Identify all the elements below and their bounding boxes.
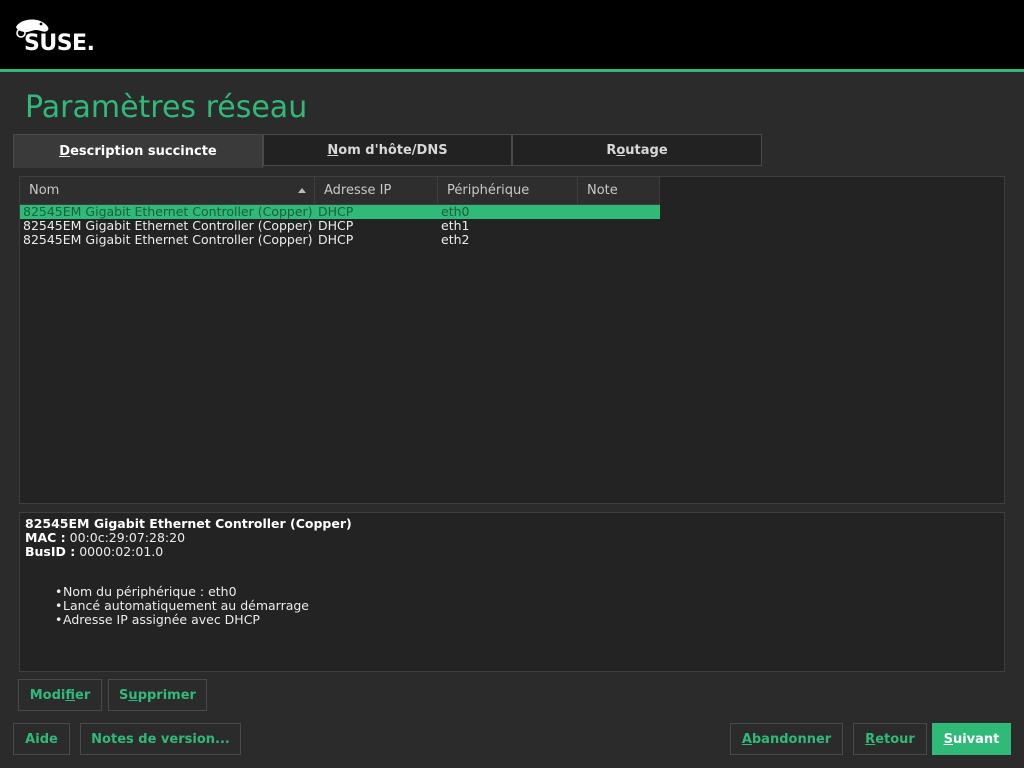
back-button-label: Retour <box>865 731 915 747</box>
suse-logo-text: SUSE. <box>24 31 95 56</box>
next-button-label: Suivant <box>943 731 1000 747</box>
cell-ip: DHCP <box>318 233 354 247</box>
tab-routing[interactable]: Routage <box>512 134 762 166</box>
delete-button-label: Supprimer <box>119 687 196 703</box>
page-title: Paramètres réseau <box>25 90 308 125</box>
tab-bar: Description succincte Nom d'hôte/DNS Rou… <box>13 134 763 168</box>
details-bullet-list: Nom du périphérique : eth0 Lancé automat… <box>55 585 999 628</box>
list-item: Lancé automatiquement au démarrage <box>55 599 999 614</box>
table-row[interactable]: 82545EM Gigabit Ethernet Controller (Cop… <box>20 219 660 233</box>
delete-button[interactable]: Supprimer <box>108 679 207 711</box>
topbar-accent-line <box>0 69 1024 72</box>
release-notes-button[interactable]: Notes de version... <box>80 723 241 755</box>
cell-device: eth1 <box>441 219 470 233</box>
details-mac: MAC : 00:0c:29:07:28:20 <box>25 530 186 545</box>
table-row[interactable]: 82545EM Gigabit Ethernet Controller (Cop… <box>20 233 660 247</box>
abort-button-label: Abandonner <box>741 731 832 747</box>
column-header-note-label: Note <box>587 183 618 198</box>
next-button[interactable]: Suivant <box>932 723 1011 755</box>
column-header-ip-label: Adresse IP <box>324 183 392 198</box>
tab-routing-label: Routage <box>606 142 668 158</box>
cell-ip: DHCP <box>318 205 354 219</box>
abort-button[interactable]: Abandonner <box>730 723 843 755</box>
cell-name: 82545EM Gigabit Ethernet Controller (Cop… <box>23 219 313 233</box>
column-header-ip[interactable]: Adresse IP <box>315 177 438 205</box>
list-item: Nom du périphérique : eth0 <box>55 585 999 600</box>
details-panel: 82545EM Gigabit Ethernet Controller (Cop… <box>19 512 1005 672</box>
list-item: Adresse IP assignée avec DHCP <box>55 613 999 628</box>
cell-ip: DHCP <box>318 219 354 233</box>
column-header-note[interactable]: Note <box>578 177 660 205</box>
top-bar: SUSE. <box>0 0 1024 69</box>
cell-name: 82545EM Gigabit Ethernet Controller (Cop… <box>23 205 313 219</box>
back-button[interactable]: Retour <box>853 723 927 755</box>
table-row[interactable]: 82545EM Gigabit Ethernet Controller (Cop… <box>20 205 660 219</box>
cell-name: 82545EM Gigabit Ethernet Controller (Cop… <box>23 233 313 247</box>
column-header-name[interactable]: Nom <box>20 177 315 205</box>
tab-description-label: Description succincte <box>59 144 217 159</box>
column-header-device-label: Périphérique <box>447 183 530 198</box>
tab-description[interactable]: Description succincte <box>13 134 263 168</box>
cell-note <box>578 233 660 247</box>
column-header-device[interactable]: Périphérique <box>438 177 578 205</box>
tab-hostname-dns[interactable]: Nom d'hôte/DNS <box>263 134 512 166</box>
sort-ascending-icon <box>298 188 306 193</box>
details-title: 82545EM Gigabit Ethernet Controller (Cop… <box>25 516 352 531</box>
cell-note <box>578 219 660 233</box>
modify-button[interactable]: Modifier <box>18 679 102 711</box>
modify-button-label: Modifier <box>29 687 91 703</box>
column-header-name-label: Nom <box>29 183 60 198</box>
table-header: Nom Adresse IP Périphérique Note <box>20 177 660 205</box>
cell-device: eth2 <box>441 233 470 247</box>
details-busid: BusID : 0000:02:01.0 <box>25 544 164 559</box>
help-button[interactable]: Aide <box>13 723 70 755</box>
tab-hostname-dns-label: Nom d'hôte/DNS <box>327 142 448 158</box>
interfaces-table: Nom Adresse IP Périphérique Note 82545EM… <box>19 176 1005 504</box>
cell-device: eth0 <box>441 205 470 219</box>
table-body: 82545EM Gigabit Ethernet Controller (Cop… <box>20 205 660 247</box>
cell-note <box>578 205 660 219</box>
